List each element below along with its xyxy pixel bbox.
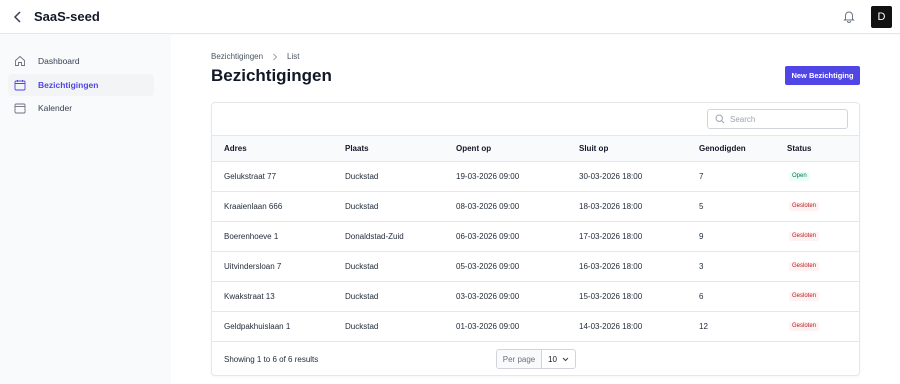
bell-icon[interactable] xyxy=(842,9,858,25)
sidebar-item-dashboard[interactable]: Dashboard xyxy=(8,50,154,72)
table-row[interactable]: Geldpakhuislaan 1 Duckstad 01-03-2026 09… xyxy=(212,312,859,342)
column-header-adres[interactable]: Adres xyxy=(224,136,247,162)
cell-adres: Uitvindersloan 7 xyxy=(224,262,282,271)
status-badge: Gesloten xyxy=(789,202,820,211)
per-page-label: Per page xyxy=(497,350,542,368)
back-icon[interactable] xyxy=(10,9,26,25)
cell-opent-op: 05-03-2026 09:00 xyxy=(456,262,520,271)
status-badge: Gesloten xyxy=(789,232,820,241)
breadcrumb-item-bezichtigingen[interactable]: Bezichtigingen xyxy=(211,52,263,61)
cell-genodigden: 7 xyxy=(699,172,704,181)
per-page-value: 10 xyxy=(548,354,557,364)
column-header-genodigden[interactable]: Genodigden xyxy=(699,136,746,162)
sidebar-item-bezichtigingen[interactable]: Bezichtigingen xyxy=(8,74,154,96)
sidebar-item-label: Bezichtigingen xyxy=(38,80,99,90)
table-card: Adres Plaats Opent op Sluit op Genodigde… xyxy=(211,102,860,376)
breadcrumb: Bezichtigingen List xyxy=(211,52,300,61)
cell-genodigden: 12 xyxy=(699,322,708,331)
table-header: Adres Plaats Opent op Sluit op Genodigde… xyxy=(212,135,859,162)
chevron-right-icon xyxy=(272,53,278,61)
status-badge: Open xyxy=(789,172,810,181)
cell-sluit-op: 30-03-2026 18:00 xyxy=(579,172,643,181)
sidebar-item-label: Kalender xyxy=(38,103,73,113)
search-icon xyxy=(715,114,725,124)
cell-plaats: Duckstad xyxy=(345,292,379,301)
cell-sluit-op: 14-03-2026 18:00 xyxy=(579,322,643,331)
cell-sluit-op: 15-03-2026 18:00 xyxy=(579,292,643,301)
cell-adres: Kraaienlaan 666 xyxy=(224,202,283,211)
cell-genodigden: 5 xyxy=(699,202,704,211)
table-row[interactable]: Kraaienlaan 666 Duckstad 08-03-2026 09:0… xyxy=(212,192,859,222)
calendar-icon xyxy=(14,79,26,91)
search-input[interactable] xyxy=(730,114,840,124)
status-badge: Gesloten xyxy=(789,262,820,271)
table-row[interactable]: Kwakstraat 13 Duckstad 03-03-2026 09:00 … xyxy=(212,282,859,312)
top-bar: SaaS-seed D xyxy=(0,0,900,34)
new-bezichtiging-button[interactable]: New Bezichtiging xyxy=(785,66,860,85)
cell-plaats: Duckstad xyxy=(345,322,379,331)
cell-plaats: Duckstad xyxy=(345,172,379,181)
cell-plaats: Duckstad xyxy=(345,262,379,271)
column-header-status[interactable]: Status xyxy=(787,136,811,162)
per-page-select[interactable]: 10 xyxy=(542,350,575,368)
sidebar: Dashboard Bezichtigingen Kalender xyxy=(0,35,170,384)
avatar[interactable]: D xyxy=(871,6,892,28)
cell-adres: Geldpakhuislaan 1 xyxy=(224,322,291,331)
cell-plaats: Duckstad xyxy=(345,202,379,211)
app-title: SaaS-seed xyxy=(34,9,100,24)
calendar-icon xyxy=(14,102,26,114)
table-row[interactable]: Uitvindersloan 7 Duckstad 05-03-2026 09:… xyxy=(212,252,859,282)
cell-opent-op: 06-03-2026 09:00 xyxy=(456,232,520,241)
cell-genodigden: 3 xyxy=(699,262,704,271)
column-header-opent-op[interactable]: Opent op xyxy=(456,136,491,162)
page-title: Bezichtigingen xyxy=(211,66,332,85)
search-field[interactable] xyxy=(707,109,848,129)
cell-sluit-op: 18-03-2026 18:00 xyxy=(579,202,643,211)
status-badge: Gesloten xyxy=(789,292,820,301)
home-icon xyxy=(14,55,26,67)
sidebar-item-label: Dashboard xyxy=(38,56,80,66)
cell-adres: Gelukstraat 77 xyxy=(224,172,277,181)
cell-sluit-op: 16-03-2026 18:00 xyxy=(579,262,643,271)
chevron-down-icon xyxy=(562,357,569,362)
table-row[interactable]: Boerenhoeve 1 Donaldstad-Zuid 06-03-2026… xyxy=(212,222,859,252)
status-badge: Gesloten xyxy=(789,322,820,331)
cell-opent-op: 01-03-2026 09:00 xyxy=(456,322,520,331)
per-page-control: Per page 10 xyxy=(496,349,576,369)
cell-adres: Boerenhoeve 1 xyxy=(224,232,279,241)
breadcrumb-item-list: List xyxy=(287,52,300,61)
sidebar-item-kalender[interactable]: Kalender xyxy=(8,97,154,119)
cell-opent-op: 03-03-2026 09:00 xyxy=(456,292,520,301)
results-summary: Showing 1 to 6 of 6 results xyxy=(224,355,319,364)
cell-opent-op: 19-03-2026 09:00 xyxy=(456,172,520,181)
cell-plaats: Donaldstad-Zuid xyxy=(345,232,404,241)
cell-adres: Kwakstraat 13 xyxy=(224,292,275,301)
cell-opent-op: 08-03-2026 09:00 xyxy=(456,202,520,211)
cell-genodigden: 9 xyxy=(699,232,704,241)
cell-genodigden: 6 xyxy=(699,292,704,301)
cell-sluit-op: 17-03-2026 18:00 xyxy=(579,232,643,241)
column-header-plaats[interactable]: Plaats xyxy=(345,136,369,162)
table-row[interactable]: Gelukstraat 77 Duckstad 19-03-2026 09:00… xyxy=(212,162,859,192)
main-content: Bezichtigingen List Bezichtigingen New B… xyxy=(171,35,900,384)
column-header-sluit-op[interactable]: Sluit op xyxy=(579,136,608,162)
